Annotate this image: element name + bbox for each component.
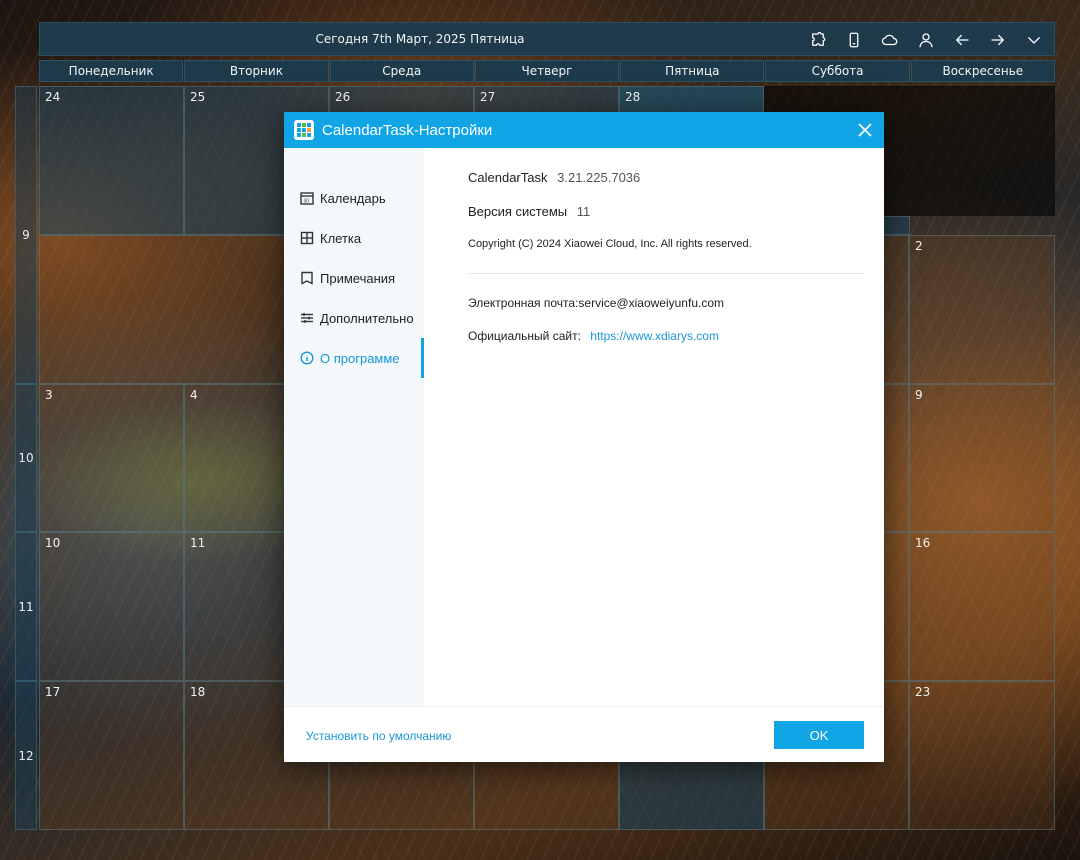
calendar-header: Сегодня 7th Март, 2025 Пятница [39, 22, 1055, 56]
weekday-monday: Понедельник [39, 60, 184, 82]
divider [468, 273, 864, 274]
nav-item-label: Клетка [320, 230, 362, 246]
user-icon[interactable] [914, 28, 938, 52]
nav-item-cell[interactable]: Клетка [284, 218, 424, 258]
app-version-row: CalendarTask 3.21.225.7036 [468, 170, 640, 185]
week-number: 11 [15, 532, 37, 681]
nav-item-label: Примечания [320, 270, 396, 286]
chevron-down-icon[interactable] [1022, 28, 1046, 52]
dialog-title: CalendarTask-Настройки [322, 121, 493, 139]
nav-item-label: О программе [320, 350, 400, 366]
weekday-friday: Пятница [620, 60, 765, 82]
reset-defaults-link[interactable]: Установить по умолчанию [306, 729, 451, 743]
settings-dialog: CalendarTask-Настройки 30 Календарь Клет… [284, 112, 884, 762]
day-cell[interactable]: 24 [39, 86, 184, 235]
nav-item-advanced[interactable]: Дополнительно [284, 298, 424, 338]
system-version-value: 11 [576, 204, 591, 219]
week-number-column: 9 10 11 12 [15, 86, 37, 830]
nav-item-calendar[interactable]: 30 Календарь [284, 178, 424, 218]
svg-text:30: 30 [304, 199, 310, 205]
website-label: Официальный сайт: [468, 329, 581, 343]
note-icon [301, 271, 313, 285]
cloud-icon[interactable] [878, 28, 902, 52]
week-number: 10 [15, 384, 37, 532]
day-cell[interactable]: 17 [39, 681, 184, 830]
app-logo-icon [294, 120, 314, 140]
day-cell[interactable]: 23 [909, 681, 1055, 830]
grid-icon [300, 231, 314, 245]
app-name: CalendarTask [468, 170, 548, 185]
email-text: Электронная почта:service@xiaoweiyunfu.c… [468, 296, 724, 310]
nav-item-about[interactable]: О программе [284, 338, 424, 378]
puzzle-icon[interactable] [806, 28, 830, 52]
day-cell[interactable]: 16 [909, 532, 1055, 681]
website-row: Официальный сайт: https://www.xdiarys.co… [468, 329, 719, 343]
nav-item-notes[interactable]: Примечания [284, 258, 424, 298]
ok-button[interactable]: OK [774, 721, 864, 749]
dialog-footer: Установить по умолчанию OK [284, 706, 884, 763]
app-version: 3.21.225.7036 [557, 170, 641, 185]
weekday-saturday: Суббота [765, 60, 910, 82]
day-cell[interactable]: 3 [39, 384, 184, 532]
week-number: 9 [15, 86, 37, 384]
system-version-label: Версия системы [468, 204, 568, 219]
weekday-sunday: Воскресенье [910, 60, 1055, 82]
system-version-row: Версия системы 11 [468, 204, 590, 219]
day-cell[interactable]: 2 [909, 235, 1055, 384]
weekday-header-row: Понедельник Вторник Среда Четверг Пятниц… [39, 60, 1055, 82]
close-icon[interactable] [856, 121, 874, 139]
sliders-icon [301, 313, 313, 323]
arrow-left-icon[interactable] [950, 28, 974, 52]
website-link[interactable]: https://www.xdiarys.com [590, 329, 719, 343]
weekday-wednesday: Среда [329, 60, 474, 82]
day-cell[interactable]: 10 [39, 532, 184, 681]
nav-item-label: Дополнительно [320, 310, 414, 326]
dialog-titlebar: CalendarTask-Настройки [284, 112, 884, 148]
week-number: 12 [15, 681, 37, 830]
settings-sidebar: 30 Календарь Клетка Примечания Дополните… [284, 148, 424, 706]
today-label: Сегодня 7th Март, 2025 Пятница [315, 32, 525, 46]
copyright-text: Copyright (C) 2024 Xiaowei Cloud, Inc. A… [468, 238, 752, 250]
arrow-right-icon[interactable] [986, 28, 1010, 52]
info-icon [300, 351, 314, 365]
calendar-icon: 30 [300, 192, 314, 205]
weekday-thursday: Четверг [474, 60, 620, 82]
nav-item-label: Календарь [320, 190, 386, 206]
phone-icon[interactable] [842, 28, 866, 52]
weekday-tuesday: Вторник [184, 60, 329, 82]
day-cell[interactable]: 9 [909, 384, 1055, 532]
